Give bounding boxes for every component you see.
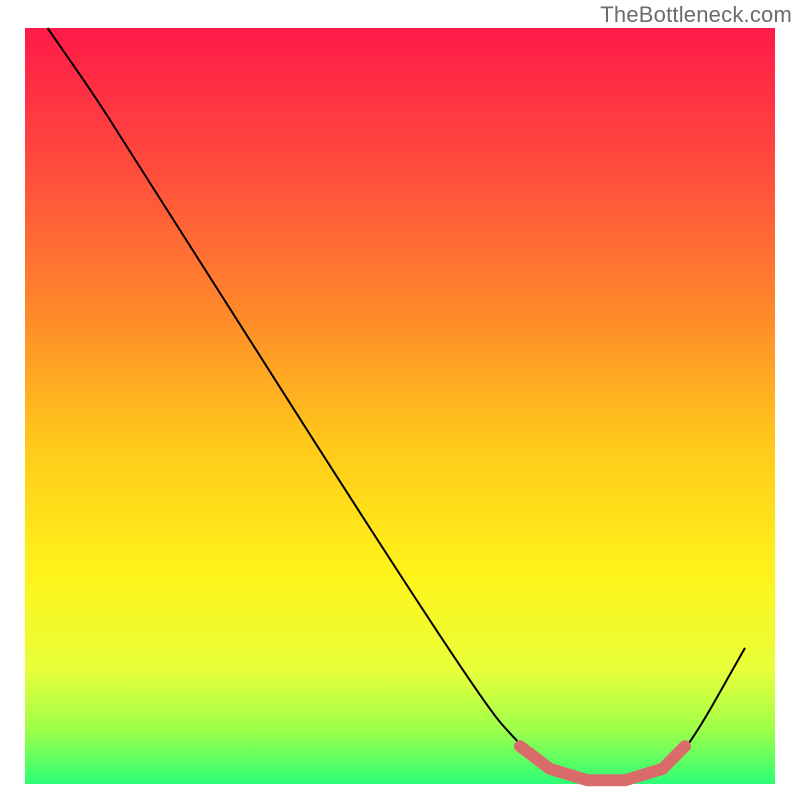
watermark-text: TheBottleneck.com [600,2,792,28]
plot-background [25,28,775,784]
bottleneck-chart [0,0,800,800]
chart-container: TheBottleneck.com [0,0,800,800]
